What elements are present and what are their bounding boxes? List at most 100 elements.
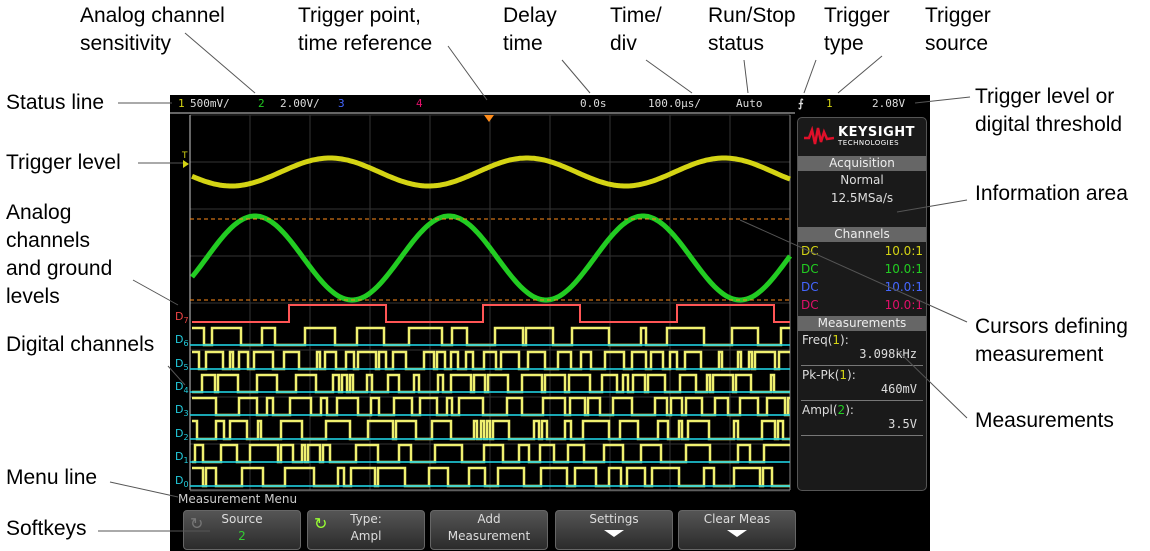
- label-trigger-source: Trigger source: [925, 4, 991, 55]
- trigger-point-marker: [484, 115, 494, 122]
- label-digital-channels: Digital channels: [6, 333, 155, 356]
- information-area: KEYSIGHT TECHNOLOGIES Acquisition Normal …: [797, 117, 927, 491]
- brand-sub: TECHNOLOGIES: [838, 138, 900, 147]
- digital-waveform-d1: [192, 443, 790, 464]
- ch4-number[interactable]: 4: [416, 97, 423, 110]
- ch2-scale[interactable]: 2.00V/: [280, 97, 320, 110]
- label-delay-time: Delay time: [503, 4, 557, 55]
- ch1-scale[interactable]: 500mV/: [190, 97, 230, 110]
- coupling: DC: [801, 244, 819, 258]
- label-run-stop: Run/Stop status: [708, 4, 796, 55]
- label-menu-line: Menu line: [6, 466, 98, 489]
- probe-ratio: 10.0:1: [884, 244, 923, 258]
- measurements-header[interactable]: Measurements: [798, 316, 926, 331]
- ch1-number[interactable]: 1: [178, 97, 185, 110]
- label-trigger-type: Trigger type: [824, 4, 890, 55]
- digital-label-d7: D7: [175, 310, 189, 325]
- measurement-item[interactable]: Ampl(2): 3.5V: [798, 401, 926, 436]
- channels-header[interactable]: Channels: [798, 227, 926, 242]
- measurement-value: 3.5V: [801, 417, 923, 436]
- measurement-item[interactable]: Freq(1): 3.098kHz: [798, 331, 926, 366]
- measurement-source: 2: [837, 403, 846, 417]
- digital-label-d3: D3: [175, 403, 189, 418]
- measurement-source: 1: [832, 333, 841, 347]
- measurement-name: Ampl: [802, 403, 833, 417]
- softkey-value: Measurement: [447, 529, 531, 543]
- label-time-div: Time/ div: [610, 4, 662, 55]
- digital-waveform-d4: [192, 373, 790, 394]
- label-trigger-point: Trigger point, time reference: [298, 4, 433, 55]
- run-state[interactable]: Auto: [736, 97, 763, 110]
- brand-name: KEYSIGHT: [838, 124, 915, 140]
- menu-line: Measurement Menu: [178, 492, 298, 506]
- probe-ratio: 10.0:1: [884, 298, 923, 312]
- label-trigger-level-threshold: Trigger level or digital threshold: [975, 85, 1123, 136]
- ch2-number[interactable]: 2: [258, 97, 265, 110]
- label-status-line: Status line: [6, 91, 105, 114]
- label-cursors: Cursors defining measurement: [975, 315, 1128, 366]
- digital-waveform-d3: [192, 396, 790, 417]
- channel-row[interactable]: DC 10.0:1: [798, 296, 926, 314]
- channel-row[interactable]: DC 10.0:1: [798, 278, 926, 296]
- oscilloscope-diagram: Analog channel sensitivity Trigger point…: [0, 0, 1150, 551]
- rotate-knob-icon: ↻: [314, 514, 328, 533]
- label-information-area: Information area: [975, 182, 1128, 205]
- probe-ratio: 10.0:1: [884, 262, 923, 276]
- softkey-add[interactable]: Add Measurement: [430, 510, 548, 550]
- label-analog-channels: Analog channels and ground levels: [6, 201, 113, 308]
- channel-2-waveform: [190, 213, 793, 303]
- label-softkeys: Softkeys: [6, 517, 87, 540]
- digital-label-d5: D5: [175, 357, 189, 372]
- sample-rate: 12.5MSa/s: [830, 191, 894, 205]
- digital-d7-waveform: [192, 304, 790, 323]
- digital-label-d0: D0: [175, 474, 189, 489]
- digital-label-d4: D4: [175, 380, 189, 395]
- trigger-level-value[interactable]: 2.08V: [872, 97, 905, 110]
- softkey-label: Clear Meas: [703, 512, 771, 526]
- measurement-value: 460mV: [801, 382, 923, 401]
- rotate-knob-icon: ↻: [190, 514, 204, 533]
- trigger-level-T: T: [181, 151, 188, 161]
- keysight-logo: KEYSIGHT TECHNOLOGIES: [798, 118, 926, 154]
- digital-waveform-d0: [192, 466, 790, 488]
- coupling: DC: [801, 262, 819, 276]
- delay-value[interactable]: 0.0s: [580, 97, 607, 110]
- status-line: 1 500mV/ 2 2.00V/ 3 4 0.0s 100.0µs/ Auto…: [170, 95, 930, 112]
- rising-edge-icon: ⨍: [798, 97, 804, 110]
- softkey-settings[interactable]: Settings: [555, 510, 673, 550]
- measurement-value: 3.098kHz: [801, 347, 923, 366]
- scope-screen: T D7 D6 D5 D4 D3 D2 D1 D0 1 500mV/ 2 2.00V/ 3 4 …: [170, 95, 930, 551]
- measurement-name: Pk-Pk: [802, 368, 835, 382]
- ch3-number[interactable]: 3: [338, 97, 345, 110]
- measurement-item[interactable]: Pk-Pk(1): 460mV: [798, 366, 926, 401]
- label-analog-channel-sensitivity: Analog channel sensitivity: [80, 4, 225, 55]
- softkey-label: Settings: [589, 512, 639, 526]
- coupling: DC: [801, 298, 819, 312]
- down-arrow-icon: [604, 530, 624, 537]
- trigger-level-marker: [183, 160, 189, 168]
- keysight-wave-icon: [804, 126, 834, 145]
- trigger-source[interactable]: 1: [826, 97, 833, 110]
- down-arrow-icon: [727, 530, 747, 537]
- digital-label-d2: D2: [175, 427, 189, 442]
- probe-ratio: 10.0:1: [884, 280, 923, 294]
- label-measurements: Measurements: [975, 409, 1114, 432]
- acquisition-header[interactable]: Acquisition: [798, 156, 926, 171]
- label-trigger-level: Trigger level: [6, 151, 121, 174]
- softkey-type[interactable]: ↻ Type: Ampl: [307, 510, 425, 550]
- softkey-clear-meas[interactable]: Clear Meas: [678, 510, 796, 550]
- channel-row[interactable]: DC 10.0:1: [798, 260, 926, 278]
- digital-label-d6: D6: [175, 333, 189, 348]
- acquisition-mode: Normal: [840, 173, 884, 187]
- digital-waveform-d6: [192, 326, 790, 347]
- digital-label-d1: D1: [175, 450, 189, 465]
- measurement-name: Freq: [802, 333, 828, 347]
- timebase-value[interactable]: 100.0µs/: [648, 97, 701, 110]
- softkey-label: Add: [477, 512, 501, 526]
- digital-waveform-d5: [192, 350, 790, 371]
- softkey-source[interactable]: ↻ Source 2: [183, 510, 301, 550]
- channel-row[interactable]: DC 10.0:1: [798, 242, 926, 260]
- digital-waveform-d2: [192, 419, 790, 441]
- measurement-source: 1: [839, 368, 848, 382]
- coupling: DC: [801, 280, 819, 294]
